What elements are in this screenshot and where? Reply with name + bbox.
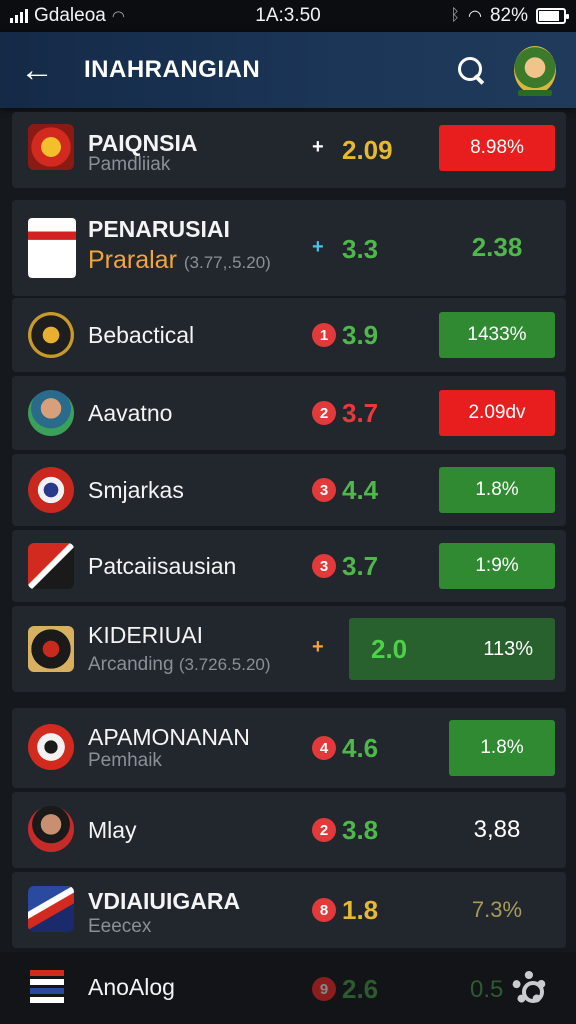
gear-icon[interactable] bbox=[512, 971, 546, 1005]
team-logo-icon bbox=[28, 467, 74, 513]
item-score: 2.6 bbox=[342, 974, 379, 1004]
item-score: 3.3 bbox=[342, 234, 379, 264]
team-logo-icon bbox=[28, 886, 74, 932]
status-bar: Gdaleoa ◠ 1A:3.50 ᛒ ◠ 82% bbox=[0, 0, 576, 32]
change-badge: 1.8% bbox=[449, 720, 555, 776]
bottom-bar: AnoAlog 9 2.6 0.5 bbox=[0, 952, 576, 1024]
app-bar: ← INAHRANGIAN bbox=[0, 32, 576, 108]
team-logo-icon bbox=[28, 543, 74, 589]
flag-icon bbox=[30, 970, 64, 1006]
change-badge: 1.8% bbox=[439, 467, 555, 513]
item-name: AnoAlog bbox=[88, 974, 175, 1000]
rank-badge: 4 bbox=[312, 736, 336, 760]
team-logo-icon bbox=[28, 124, 74, 170]
page-title: INAHRANGIAN bbox=[84, 56, 261, 83]
list-item[interactable]: Smjarkas 3 4.4 1.8% bbox=[12, 454, 566, 526]
list-item[interactable]: Bebactical 1 3.9 1433% bbox=[12, 298, 566, 372]
rank-badge: 3 bbox=[312, 554, 336, 578]
trend-icon: + bbox=[312, 636, 324, 658]
rank-badge: 9 bbox=[312, 977, 336, 1001]
change-badge: 2.0 113% bbox=[349, 618, 555, 680]
item-score: 3.8 bbox=[342, 815, 379, 845]
item-score: 2.0 bbox=[371, 633, 408, 664]
battery-icon bbox=[536, 8, 569, 24]
list-item[interactable]: Mlay 2 3.8 3,88 bbox=[12, 792, 566, 868]
team-logo-icon bbox=[28, 218, 76, 278]
trend-icon: + bbox=[312, 236, 324, 258]
trend-icon: + bbox=[312, 136, 324, 158]
back-arrow-icon[interactable]: ← bbox=[20, 53, 64, 87]
item-score: 3.7 bbox=[342, 551, 379, 581]
rank-badge: 3 bbox=[312, 478, 336, 502]
team-logo-icon bbox=[28, 312, 74, 358]
list-item[interactable]: PAIQNSIA Pamdliiak + 2.09 8.98% bbox=[12, 112, 566, 188]
item-name: APAMONANAN bbox=[88, 724, 250, 750]
item-subtitle: Praralar (3.77,.5.20) bbox=[88, 246, 271, 274]
change-value: 113% bbox=[483, 637, 533, 660]
avatar bbox=[28, 806, 74, 852]
team-logo-icon bbox=[28, 626, 74, 672]
item-name: Bebactical bbox=[88, 322, 195, 348]
list-item[interactable]: Aavatno 2 3.7 2.09dv bbox=[12, 376, 566, 450]
change-value: 0.5 bbox=[470, 976, 504, 1003]
change-badge: 2.38 bbox=[471, 231, 523, 262]
rank-badge: 1 bbox=[312, 323, 336, 347]
list-item[interactable]: APAMONANAN Pemhaik 4 4.6 1.8% bbox=[12, 708, 566, 788]
item-name: PAIQNSIA bbox=[88, 130, 198, 156]
item-score: 4.4 bbox=[342, 475, 379, 505]
change-badge: 7.3% bbox=[471, 897, 523, 922]
team-logo-icon bbox=[28, 724, 74, 770]
profile-avatar[interactable] bbox=[514, 46, 556, 96]
rank-badge: 2 bbox=[312, 818, 336, 842]
item-score: 4.6 bbox=[342, 733, 379, 763]
change-badge: 3,88 bbox=[473, 816, 521, 843]
item-subtitle: Eeecex bbox=[88, 916, 152, 937]
avatar bbox=[28, 390, 74, 436]
list-item[interactable]: PENARUSIAI Praralar (3.77,.5.20) + 3.3 2… bbox=[12, 200, 566, 296]
list-item[interactable]: Patcaiisausian 3 3.7 1:9% bbox=[12, 530, 566, 602]
item-score: 1.8 bbox=[342, 895, 379, 925]
item-score: 3.7 bbox=[342, 398, 379, 428]
item-subtitle: Pamdliiak bbox=[88, 154, 171, 175]
item-name: KIDERIUAI bbox=[88, 622, 204, 648]
change-badge: 1433% bbox=[439, 312, 555, 358]
change-badge: 1:9% bbox=[439, 543, 555, 589]
rank-badge: 2 bbox=[312, 401, 336, 425]
item-subtitle: Arcanding (3.726.5.20) bbox=[88, 654, 271, 675]
item-name: Smjarkas bbox=[88, 477, 184, 503]
item-name: Patcaiisausian bbox=[88, 553, 237, 579]
clock: 1A:3.50 bbox=[255, 5, 321, 26]
item-name: Mlay bbox=[88, 817, 137, 843]
item-score: 2.09 bbox=[342, 135, 393, 165]
search-icon[interactable] bbox=[454, 53, 488, 87]
change-badge: 2.09dv bbox=[439, 390, 555, 436]
list-item[interactable]: KIDERIUAI Arcanding (3.726.5.20) + 2.0 1… bbox=[12, 606, 566, 692]
item-score: 3.9 bbox=[342, 320, 379, 350]
item-name: VDIAIUIGARA bbox=[88, 888, 241, 914]
change-badge: 8.98% bbox=[439, 125, 555, 171]
item-name: PENARUSIAI bbox=[88, 216, 230, 242]
rank-badge: 8 bbox=[312, 898, 336, 922]
item-name: Aavatno bbox=[88, 400, 173, 426]
list-item[interactable]: VDIAIUIGARA Eeecex 8 1.8 7.3% bbox=[12, 872, 566, 948]
item-subtitle: Pemhaik bbox=[88, 750, 162, 771]
